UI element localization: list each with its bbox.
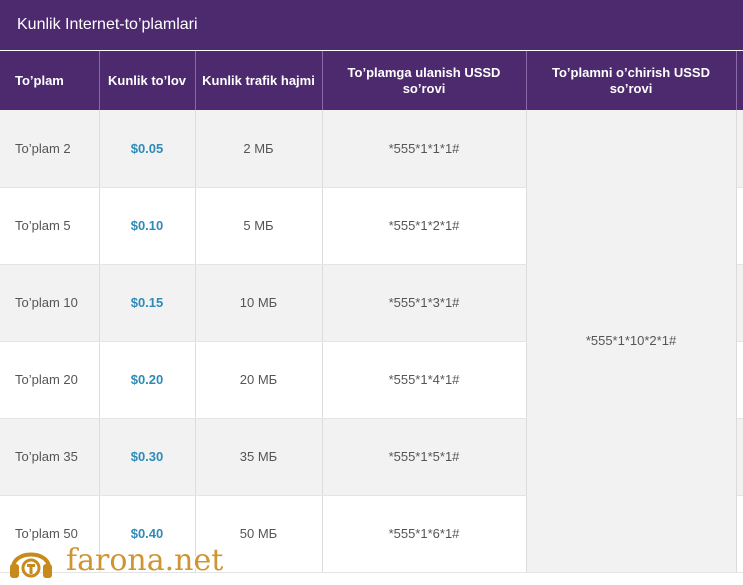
cell-extra: [736, 110, 743, 187]
watermark: farona.net: [6, 538, 223, 582]
cell-price: $0.15: [99, 264, 195, 341]
cell-package-name: To’plam 20: [0, 341, 99, 418]
cell-extra: [736, 341, 743, 418]
cell-price: $0.20: [99, 341, 195, 418]
table-row: To’plam 2 $0.05 2 МБ *555*1*1*1# *555*1*…: [0, 110, 743, 187]
cell-package-name: To’plam 2: [0, 110, 99, 187]
header-disconnect-ussd: To’plamni o’chirish USSD so’rovi: [526, 51, 736, 110]
page: Kunlik Internet-to’plamlari To’plam Kunl…: [0, 0, 743, 585]
cell-extra: [736, 495, 743, 572]
header-connect-ussd: To’plamga ulanish USSD so’rovi: [322, 51, 526, 110]
cell-volume: 2 МБ: [195, 110, 322, 187]
cell-disconnect-code: *555*1*10*2*1#: [526, 110, 736, 572]
packages-table: To’plam Kunlik to’lov Kunlik trafik hajm…: [0, 51, 743, 573]
cell-package-name: To’plam 35: [0, 418, 99, 495]
cell-volume: 5 МБ: [195, 187, 322, 264]
header-extra: [736, 51, 743, 110]
cell-price: $0.30: [99, 418, 195, 495]
cell-volume: 35 МБ: [195, 418, 322, 495]
cell-extra: [736, 264, 743, 341]
cell-volume: 20 МБ: [195, 341, 322, 418]
cell-connect-code: *555*1*3*1#: [322, 264, 526, 341]
header-daily-fee: Kunlik to’lov: [99, 51, 195, 110]
cell-connect-code: *555*1*6*1#: [322, 495, 526, 572]
page-title: Kunlik Internet-to’plamlari: [0, 0, 743, 50]
cell-volume: 10 МБ: [195, 264, 322, 341]
cell-connect-code: *555*1*4*1#: [322, 341, 526, 418]
header-package: To’plam: [0, 51, 99, 110]
cell-price: $0.10: [99, 187, 195, 264]
cell-connect-code: *555*1*2*1#: [322, 187, 526, 264]
cell-price: $0.05: [99, 110, 195, 187]
header-daily-traffic: Kunlik trafik hajmi: [195, 51, 322, 110]
cell-package-name: To’plam 10: [0, 264, 99, 341]
watermark-text: farona.net: [66, 543, 223, 578]
cell-extra: [736, 418, 743, 495]
headphones-logo-icon: [6, 538, 56, 582]
cell-package-name: To’plam 5: [0, 187, 99, 264]
cell-extra: [736, 187, 743, 264]
cell-connect-code: *555*1*1*1#: [322, 110, 526, 187]
table-header-row: To’plam Kunlik to’lov Kunlik trafik hajm…: [0, 51, 743, 110]
cell-connect-code: *555*1*5*1#: [322, 418, 526, 495]
